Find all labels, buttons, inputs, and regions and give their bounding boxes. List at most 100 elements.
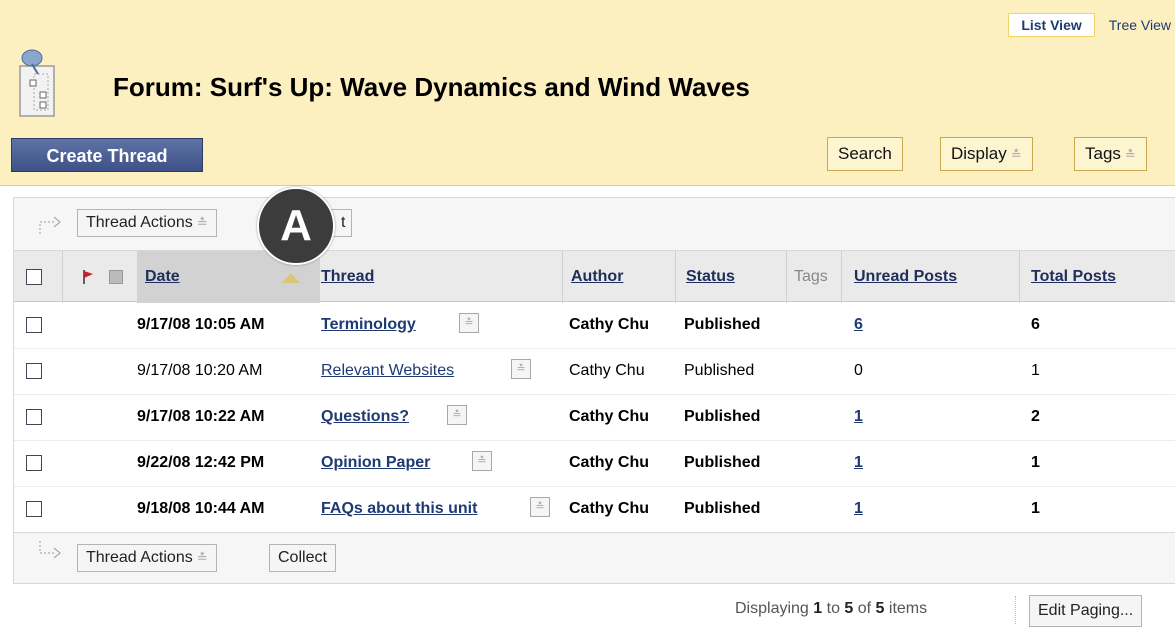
select-arrow-icon: [39, 216, 61, 234]
column-status[interactable]: Status: [686, 268, 735, 286]
row-checkbox[interactable]: [26, 409, 42, 425]
thread-table: Date Thread Author Status Tags Unread Po…: [14, 250, 1175, 533]
row-total-posts: 1: [1031, 500, 1040, 517]
paging-to: 5: [844, 600, 854, 617]
unread-posts-link[interactable]: 1: [854, 408, 863, 426]
display-button[interactable]: Display ≛: [940, 137, 1033, 171]
column-tags: Tags: [794, 268, 828, 285]
column-thread[interactable]: Thread: [321, 268, 374, 286]
forum-icon: [19, 49, 55, 117]
row-author: Cathy Chu: [569, 500, 649, 517]
row-menu-chevron-icon[interactable]: ≛: [511, 359, 531, 379]
unread-posts-value: 0: [854, 362, 863, 379]
column-date[interactable]: Date: [145, 268, 180, 286]
read-status-icon: [109, 270, 123, 284]
table-row: 9/17/08 10:20 AM Relevant Websites ≛ Cat…: [14, 348, 1175, 395]
thread-link[interactable]: Questions?: [321, 408, 409, 426]
view-toggle: List View Tree View: [1008, 13, 1175, 37]
thread-actions-label: Thread Actions: [86, 549, 193, 566]
row-status: Published: [684, 362, 755, 379]
sort-ascending-icon[interactable]: [282, 273, 300, 283]
thread-actions-label: Thread Actions: [86, 214, 193, 231]
row-menu-chevron-icon[interactable]: ≛: [530, 497, 550, 517]
row-date: 9/17/08 10:22 AM: [137, 408, 265, 425]
page-title: Forum: Surf's Up: Wave Dynamics and Wind…: [113, 72, 750, 102]
tags-button[interactable]: Tags ≛: [1074, 137, 1147, 171]
column-unread-posts[interactable]: Unread Posts: [854, 268, 957, 286]
row-checkbox[interactable]: [26, 317, 42, 333]
row-checkbox[interactable]: [26, 501, 42, 517]
table-row: 9/17/08 10:22 AM Questions? ≛ Cathy Chu …: [14, 394, 1175, 441]
row-date: 9/18/08 10:44 AM: [137, 500, 265, 517]
column-author[interactable]: Author: [571, 268, 623, 286]
row-author: Cathy Chu: [569, 316, 649, 333]
row-checkbox[interactable]: [26, 455, 42, 471]
thread-actions-button-bottom[interactable]: Thread Actions ≛: [77, 544, 217, 572]
column-total-posts[interactable]: Total Posts: [1031, 268, 1116, 286]
row-status: Published: [684, 454, 761, 471]
row-date: 9/17/08 10:05 AM: [137, 316, 265, 333]
edit-paging-button[interactable]: Edit Paging...: [1029, 595, 1143, 627]
collect-label: Collect: [278, 549, 327, 566]
paging-mid1: to: [822, 600, 845, 617]
column-divider: [562, 251, 563, 303]
row-status: Published: [684, 316, 761, 333]
row-menu-chevron-icon[interactable]: ≛: [459, 313, 479, 333]
paging-from: 1: [813, 600, 823, 617]
row-total-posts: 2: [1031, 408, 1040, 425]
thread-link[interactable]: Relevant Websites: [321, 362, 454, 380]
select-arrow-icon: [39, 541, 61, 559]
thread-link[interactable]: Opinion Paper: [321, 454, 430, 472]
row-status: Published: [684, 500, 761, 517]
list-view-tab[interactable]: List View: [1008, 13, 1095, 37]
table-row: 9/18/08 10:44 AM FAQs about this unit ≛ …: [14, 486, 1175, 533]
forum-header: List View Tree View Forum: Surf's Up: Wa…: [0, 0, 1175, 186]
unread-posts-link[interactable]: 1: [854, 454, 863, 472]
paging-status: Displaying 1 to 5 of 5 items: [735, 600, 927, 618]
paging-prefix: Displaying: [735, 600, 814, 617]
search-button-label: Search: [838, 144, 892, 163]
thread-link[interactable]: Terminology: [321, 316, 416, 334]
column-divider: [675, 251, 676, 303]
table-row: 9/17/08 10:05 AM Terminology ≛ Cathy Chu…: [14, 302, 1175, 349]
chevron-down-icon: ≛: [196, 215, 208, 230]
row-menu-chevron-icon[interactable]: ≛: [472, 451, 492, 471]
column-divider: [1019, 251, 1020, 303]
tags-button-label: Tags: [1085, 144, 1121, 163]
row-date: 9/17/08 10:20 AM: [137, 362, 263, 379]
row-date: 9/22/08 12:42 PM: [137, 454, 265, 471]
thread-actions-button-top[interactable]: Thread Actions ≛: [77, 209, 217, 237]
tree-view-tab[interactable]: Tree View: [1105, 14, 1175, 36]
row-checkbox[interactable]: [26, 363, 42, 379]
unread-posts-link[interactable]: 6: [854, 316, 863, 334]
row-author: Cathy Chu: [569, 362, 645, 379]
display-button-label: Display: [951, 144, 1007, 163]
row-status: Published: [684, 408, 761, 425]
row-total-posts: 1: [1031, 362, 1040, 379]
unread-posts-link[interactable]: 1: [854, 500, 863, 518]
thread-list-panel: Thread Actions ≛ t Date Thread Author Sta…: [13, 197, 1175, 584]
paging-mid2: of: [853, 600, 876, 617]
select-all-checkbox[interactable]: [26, 269, 42, 285]
thread-link[interactable]: FAQs about this unit: [321, 500, 477, 518]
column-divider: [786, 251, 787, 303]
row-total-posts: 6: [1031, 316, 1040, 333]
paging-divider: [1015, 596, 1017, 624]
row-total-posts: 1: [1031, 454, 1040, 471]
annotation-badge: A: [257, 187, 335, 265]
table-header: Date Thread Author Status Tags Unread Po…: [14, 250, 1175, 303]
create-thread-button[interactable]: Create Thread: [11, 138, 203, 172]
chevron-down-icon: ≛: [1010, 147, 1022, 162]
collect-label-partial: t: [341, 214, 346, 231]
table-row: 9/22/08 12:42 PM Opinion Paper ≛ Cathy C…: [14, 440, 1175, 487]
row-menu-chevron-icon[interactable]: ≛: [447, 405, 467, 425]
action-bar-bottom: Thread Actions ≛ Collect: [14, 532, 1175, 585]
action-bar-top: Thread Actions ≛ t: [14, 198, 1175, 250]
flag-icon: [83, 270, 93, 284]
collect-button-bottom[interactable]: Collect: [269, 544, 336, 572]
column-divider: [62, 251, 63, 303]
row-author: Cathy Chu: [569, 408, 649, 425]
paging-suffix: items: [884, 600, 928, 617]
chevron-down-icon: ≛: [1124, 147, 1136, 162]
search-button[interactable]: Search: [827, 137, 903, 171]
